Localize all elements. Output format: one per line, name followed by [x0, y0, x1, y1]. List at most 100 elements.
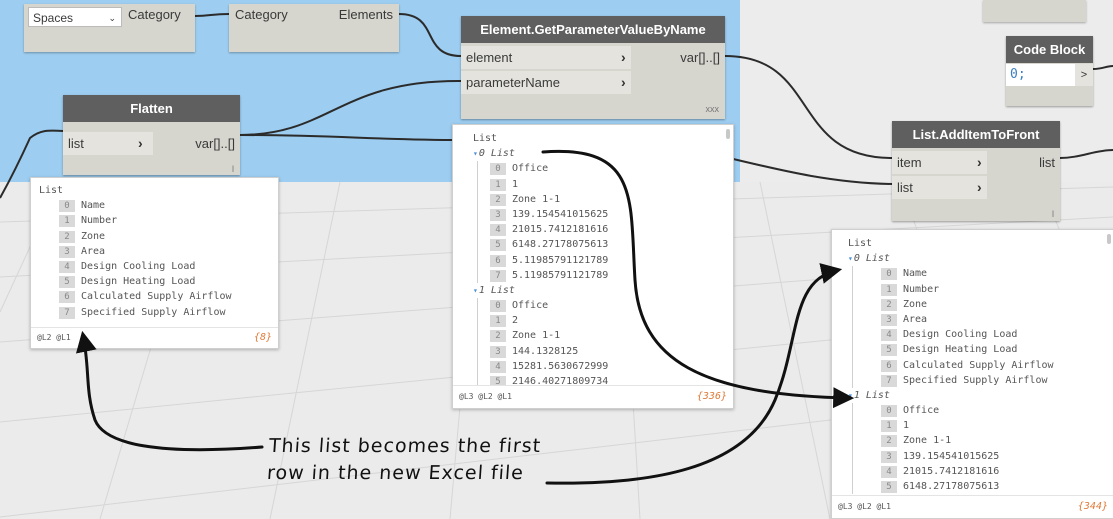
list-index: 4 [490, 224, 506, 237]
dynamo-canvas[interactable]: Spaces ⌄ Category Category Elements Elem… [0, 0, 1113, 519]
list-index: 3 [881, 450, 897, 463]
output-port-label[interactable]: var[]..[] [195, 132, 235, 155]
list-index: 7 [881, 374, 897, 387]
collapse-caret-icon[interactable]: ▾ [848, 391, 853, 400]
node-lacing-label: l [232, 164, 234, 174]
list-item-value: Number [903, 283, 940, 295]
list-item-value: Area [81, 245, 106, 257]
add-item-preview-bubble[interactable]: List ▾0 List 0 Name 1 Number 2 Zone 3 Area 4 Desig… [831, 229, 1113, 519]
collapse-caret-icon[interactable]: ▾ [473, 149, 478, 158]
collapse-caret-icon[interactable]: ▾ [473, 286, 478, 295]
list-levels: @L3 @L2 @L1 [838, 502, 891, 511]
list-item-value: Specified Supply Airflow [903, 374, 1048, 386]
list-index: 0 [881, 268, 897, 281]
list-index: 0 [490, 300, 506, 313]
preview-footer: @L2 @L1 {8} [31, 327, 278, 348]
list-item: 2 Zone 1-1 [490, 192, 725, 207]
categories-node[interactable]: Category Elements [229, 4, 399, 52]
list-index: 3 [59, 245, 75, 258]
list-group-header[interactable]: ▾0 List [473, 146, 725, 161]
list-index: 3 [490, 208, 506, 221]
list-item: 11 [490, 177, 725, 192]
list-item: 3 144.1328125 [490, 344, 725, 359]
list-index: 6 [490, 254, 506, 267]
list-item-value: Zone [81, 230, 106, 242]
collapse-caret-icon[interactable]: ▾ [848, 254, 853, 263]
flatten-node[interactable]: Flatten list › var[]..[] l [63, 95, 240, 175]
code-block-node[interactable]: Code Block 0; > [1006, 36, 1093, 106]
list-root-label: List [473, 133, 498, 144]
list-item-value: Name [903, 268, 928, 280]
list-item-value: 21015.7412181616 [903, 465, 1000, 477]
input-port-list[interactable]: list › var[]..[] [63, 132, 240, 157]
list-group-header[interactable]: ▾1 List [848, 388, 1106, 403]
list-item: 3 Area [881, 312, 1106, 327]
annotation-caption: This list becomes the first row in the n… [266, 433, 542, 487]
list-index: 4 [59, 260, 75, 273]
list-item-value: Zone [903, 298, 928, 310]
list-group-label: 0 List [853, 253, 890, 265]
list-item: 7 Specified Supply Airflow [59, 305, 270, 320]
output-port-label[interactable]: Category [128, 7, 181, 22]
list-item: 4 15281.5630672999 [490, 359, 725, 374]
list-index: 5 [59, 276, 75, 289]
list-item: 5 6148.27178075613 [490, 237, 725, 252]
output-port-label[interactable]: Elements [339, 7, 393, 22]
list-item-value: Design Cooling Load [81, 260, 196, 272]
list-item: 2 Zone [881, 297, 1106, 312]
flatten-preview-bubble[interactable]: List 0 Name 1 Number 2 Zone 3 Area 4 Design Cooli… [30, 177, 279, 349]
get-parameter-preview-bubble[interactable]: List ▾0 List 0 Office 1 1 2 Zone 1-1 3 139.15454… [452, 124, 734, 409]
list-item-value: 2 [512, 315, 519, 327]
list-item: 3 139.154541015625 [490, 207, 725, 222]
add-item-to-front-node[interactable]: List.AddItemToFront item › list list › l [892, 121, 1060, 221]
list-item-value: Number [81, 215, 118, 227]
output-port-label[interactable]: var[]..[] [680, 46, 720, 69]
partial-node[interactable] [983, 0, 1086, 22]
list-item: 0 Name [59, 198, 270, 213]
list-group-header[interactable]: ▾0 List [848, 251, 1106, 266]
chevron-right-icon: › [977, 179, 982, 195]
output-port-label[interactable]: > [1075, 64, 1093, 86]
category-dropdown[interactable]: Spaces ⌄ [28, 7, 122, 27]
list-item-value: Name [81, 200, 106, 212]
get-parameter-value-node[interactable]: Element.GetParameterValueByName element … [461, 16, 725, 119]
list-index: 1 [881, 420, 897, 433]
list-index: 5 [881, 344, 897, 357]
list-index: 2 [881, 298, 897, 311]
list-item: 5 6148.27178075613 [881, 479, 1106, 494]
list-item-value: 139.154541015625 [512, 208, 609, 220]
list-item: 4 Design Cooling Load [59, 259, 270, 274]
spaces-dropdown-node[interactable]: Spaces ⌄ Category [24, 4, 195, 52]
preview-list: List 0 Name 1 Number 2 Zone 3 Area 4 Design Cooli… [31, 178, 278, 327]
list-groups: ▾0 List 0 Office 1 1 2 Zone 1-1 3 139.1545410156… [473, 146, 725, 386]
preview-footer: @L3 @L2 @L1 {336} [453, 385, 733, 408]
list-item: 6 Calculated Supply Airflow [59, 289, 270, 304]
list-item: 7 5.11985791121789 [490, 268, 725, 283]
list-item-value: Design Heating Load [81, 276, 196, 288]
item-count: {344} [1077, 501, 1108, 512]
list-index: 6 [881, 359, 897, 372]
chevron-right-icon: › [621, 49, 626, 65]
input-port-item[interactable]: item › list [892, 151, 1060, 176]
list-index: 3 [881, 313, 897, 326]
list-item-value: 144.1328125 [512, 345, 579, 357]
list-index: 1 [490, 315, 506, 328]
input-port-label[interactable]: Category [235, 7, 288, 22]
output-port-label[interactable]: list [1039, 151, 1055, 174]
input-port-list[interactable]: list › [892, 176, 1060, 201]
list-group-label: 0 List [478, 148, 515, 160]
input-port-element[interactable]: element › var[]..[] [461, 46, 725, 71]
chevron-right-icon: › [138, 135, 143, 151]
list-item-value: Design Heating Load [903, 344, 1018, 356]
list-root-label: List [848, 238, 873, 249]
node-lacing-label: xxx [705, 104, 720, 114]
list-item-value: Zone 1-1 [512, 193, 561, 205]
list-levels: @L2 @L1 [37, 333, 71, 342]
node-lacing-label: l [1052, 209, 1054, 219]
list-index: 4 [881, 329, 897, 342]
list-item-value: 1 [903, 420, 910, 432]
code-editor[interactable]: 0; > [1006, 64, 1093, 86]
input-port-parametername[interactable]: parameterName › [461, 71, 725, 96]
list-group-header[interactable]: ▾1 List [473, 283, 725, 298]
list-items: 0 Name 1 Number 2 Zone 3 Area 4 Design Cooling Lo… [39, 198, 270, 320]
